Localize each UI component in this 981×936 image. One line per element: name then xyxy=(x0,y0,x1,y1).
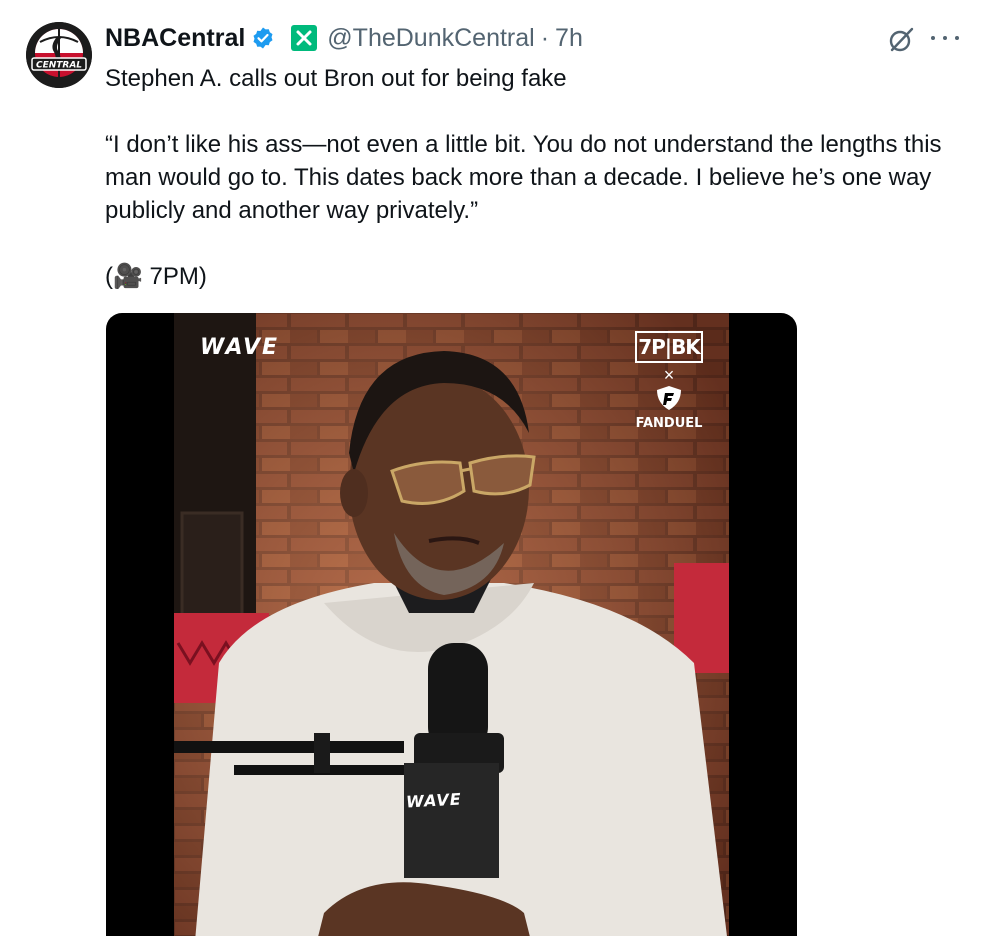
sponsor-times-symbol: × xyxy=(663,365,675,385)
more-dot xyxy=(943,36,947,40)
separator-dot: · xyxy=(540,24,550,52)
sponsor-logo: 7P|BK × FANDUEL xyxy=(635,331,703,431)
tweet-text-credit: (🎥 7PM) xyxy=(105,263,207,290)
more-dot xyxy=(955,36,959,40)
tweet-header: NBACentral @TheDunkCentral · 7h xyxy=(105,22,583,54)
timestamp[interactable]: 7h xyxy=(555,22,583,54)
affiliate-x-badge-icon[interactable] xyxy=(291,25,318,51)
tweet-text-quote: “I don’t like his ass—not even a little … xyxy=(105,131,942,224)
tweet-video[interactable]: WAVE 7P|BK × FANDUEL WAVE xyxy=(106,313,797,936)
tweet-text-line-1: Stephen A. calls out Bron out for being … xyxy=(105,65,567,92)
verified-badge-icon[interactable] xyxy=(251,26,275,50)
fanduel-text: FANDUEL xyxy=(635,416,703,431)
avatar[interactable]: CENTRAL xyxy=(26,22,92,88)
mic-brand-label: WAVE xyxy=(405,789,463,812)
avatar-text: CENTRAL xyxy=(36,61,82,71)
more-options-icon[interactable] xyxy=(931,26,959,50)
fanduel-shield-icon xyxy=(657,386,681,410)
handle[interactable]: @TheDunkCentral xyxy=(327,22,534,54)
tweet-card: CENTRAL NBACentral @TheDunkCentral · 7h … xyxy=(0,0,981,936)
more-dot xyxy=(931,36,935,40)
display-name[interactable]: NBACentral xyxy=(105,22,245,54)
7pbk-logo: 7P|BK xyxy=(635,331,703,363)
grok-icon[interactable] xyxy=(887,26,915,54)
wave-brand-logo: WAVE xyxy=(200,335,280,360)
video-frame: WAVE 7P|BK × FANDUEL WAVE xyxy=(174,313,729,936)
nbacentral-logo-icon: CENTRAL xyxy=(26,22,92,88)
